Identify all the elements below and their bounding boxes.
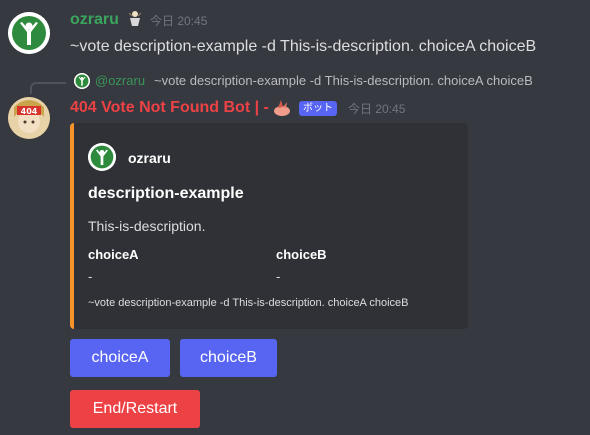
bot-decoration-icon <box>272 98 292 118</box>
bot-username[interactable]: 404 Vote Not Found Bot | - <box>70 98 269 118</box>
message-timestamp: 今日 20:45 <box>150 14 208 28</box>
bot-message-timestamp: 今日 20:45 <box>348 102 406 116</box>
vote-embed: ozraru description-example This-is-descr… <box>70 123 468 329</box>
reply-preview-text[interactable]: ~vote description-example -d This-is-des… <box>154 73 533 89</box>
reply-connector <box>30 82 66 94</box>
embed-author-avatar <box>88 143 116 171</box>
embed-title: description-example <box>88 185 244 202</box>
bot-avatar[interactable]: 404 <box>8 97 50 139</box>
mascot-icon <box>126 9 144 27</box>
bot-tag-badge: ボット <box>299 101 337 116</box>
choice-b-button[interactable]: choiceB <box>180 339 277 377</box>
embed-footer: ~vote description-example -d This-is-des… <box>88 297 409 309</box>
user-avatar[interactable] <box>8 12 50 54</box>
embed-field-name-a: choiceA <box>88 247 139 262</box>
embed-author-name: ozraru <box>128 150 171 166</box>
reply-avatar <box>74 73 90 89</box>
embed-field-name-b: choiceB <box>276 247 327 262</box>
reply-mention[interactable]: @ozraru <box>95 73 145 89</box>
username-ozraru[interactable]: ozraru <box>70 10 119 30</box>
embed-field-value-b: - <box>276 269 281 284</box>
embed-description: This-is-description. <box>88 218 206 234</box>
choice-a-button[interactable]: choiceA <box>70 339 170 377</box>
svg-text:404: 404 <box>21 107 38 116</box>
message-text: ~vote description-example -d This-is-des… <box>70 38 537 55</box>
embed-field-value-a: - <box>88 269 93 284</box>
end-restart-button[interactable]: End/Restart <box>70 390 200 428</box>
